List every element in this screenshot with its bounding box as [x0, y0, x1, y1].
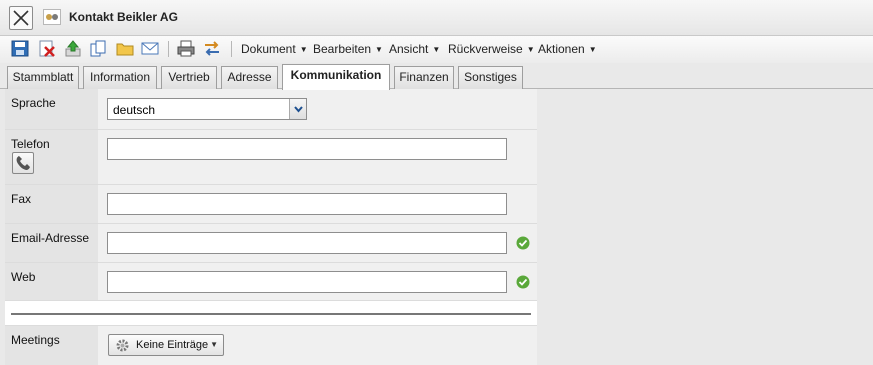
tab-finanzen[interactable]: Finanzen — [394, 66, 454, 89]
check-icon — [516, 275, 530, 289]
tab-stammblatt[interactable]: Stammblatt — [7, 66, 79, 89]
field-cell: Keine Einträge ▼ — [98, 326, 537, 365]
folder-icon[interactable] — [116, 40, 134, 57]
tab-kommunikation[interactable]: Kommunikation — [282, 64, 390, 90]
tab-sonstiges[interactable]: Sonstiges — [458, 66, 523, 89]
sprache-value: deutsch — [113, 103, 156, 117]
caret-down-icon: ▼ — [588, 45, 597, 54]
menu-ansicht[interactable]: Ansicht ▼ — [389, 42, 440, 56]
label-cell: Meetings — [5, 326, 98, 365]
toolbar-separator — [168, 41, 169, 57]
close-button[interactable] — [9, 6, 33, 30]
label-cell: Fax — [5, 185, 98, 223]
delete-icon[interactable] — [38, 40, 56, 57]
meetings-label: Meetings — [11, 333, 60, 347]
row-web: Web — [5, 263, 537, 301]
toolbar: Dokument ▼ Bearbeiten ▼ Ansicht ▼ Rückverwe… — [0, 36, 873, 63]
email-icon[interactable] — [141, 40, 159, 57]
web-input[interactable] — [107, 271, 507, 293]
row-meetings: Meetings Keine Einträge ▼ — [5, 326, 537, 365]
tab-vertrieb[interactable]: Vertrieb — [161, 66, 217, 89]
label-cell: Email-Adresse — [5, 224, 98, 262]
divider-line — [11, 313, 531, 315]
sprache-select[interactable]: deutsch — [107, 98, 307, 120]
section-divider — [5, 301, 537, 326]
tab-information[interactable]: Information — [83, 66, 157, 89]
gear-icon — [116, 339, 129, 352]
telefon-input[interactable] — [107, 138, 507, 160]
row-email: Email-Adresse — [5, 224, 537, 263]
copy-icon[interactable] — [89, 40, 107, 57]
tab-adresse[interactable]: Adresse — [221, 66, 278, 89]
field-cell: deutsch — [98, 89, 537, 129]
menu-aktionen[interactable]: Aktionen ▼ — [538, 42, 597, 56]
menu-label: Aktionen — [538, 42, 585, 56]
save-icon[interactable] — [11, 40, 29, 57]
title-bar: Kontakt Beikler AG — [0, 0, 873, 36]
tab-bar: Stammblatt Information Vertrieb Adresse … — [0, 63, 873, 90]
label-cell: Telefon — [5, 130, 98, 184]
print-icon[interactable] — [177, 40, 195, 57]
window-title: Kontakt Beikler AG — [69, 10, 178, 24]
label-cell: Web — [5, 263, 98, 300]
row-telefon: Telefon — [5, 130, 537, 185]
web-label: Web — [11, 270, 36, 284]
fax-label: Fax — [11, 192, 32, 206]
meetings-button-label: Keine Einträge — [136, 339, 209, 351]
chevron-down-icon[interactable] — [289, 99, 306, 119]
close-icon — [13, 10, 29, 26]
caret-down-icon: ▼ — [432, 45, 441, 54]
row-fax: Fax — [5, 185, 537, 224]
telefon-label: Telefon — [11, 137, 50, 151]
sprache-label: Sprache — [11, 96, 56, 110]
phone-icon[interactable] — [12, 152, 34, 174]
check-icon — [516, 236, 530, 250]
field-cell — [98, 263, 537, 300]
caret-down-icon: ▼ — [299, 45, 308, 54]
caret-down-icon: ▼ — [210, 340, 218, 349]
upload-icon[interactable] — [64, 40, 82, 57]
field-cell — [98, 224, 537, 262]
menu-label: Rückverweise — [448, 42, 523, 56]
menu-bearbeiten[interactable]: Bearbeiten ▼ — [313, 42, 383, 56]
email-input[interactable] — [107, 232, 507, 254]
contact-logo-icon — [43, 9, 61, 25]
field-cell — [98, 130, 537, 184]
communication-form: Sprache deutsch Telefon Fax Email-Adress… — [5, 89, 537, 365]
swap-icon[interactable] — [203, 40, 221, 57]
fax-input[interactable] — [107, 193, 507, 215]
menu-rueckverweise[interactable]: Rückverweise ▼ — [448, 42, 535, 56]
row-sprache: Sprache deutsch — [5, 89, 537, 130]
menu-label: Ansicht — [389, 42, 429, 56]
caret-down-icon: ▼ — [375, 45, 383, 54]
toolbar-separator — [231, 41, 232, 57]
menu-dokument[interactable]: Dokument ▼ — [241, 42, 308, 56]
meetings-dropdown-button[interactable]: Keine Einträge ▼ — [108, 334, 224, 356]
menu-label: Dokument — [241, 42, 296, 56]
field-cell — [98, 185, 537, 223]
label-cell: Sprache — [5, 89, 98, 129]
email-label: Email-Adresse — [11, 231, 90, 245]
caret-down-icon: ▼ — [526, 45, 535, 54]
menu-label: Bearbeiten — [313, 42, 372, 56]
